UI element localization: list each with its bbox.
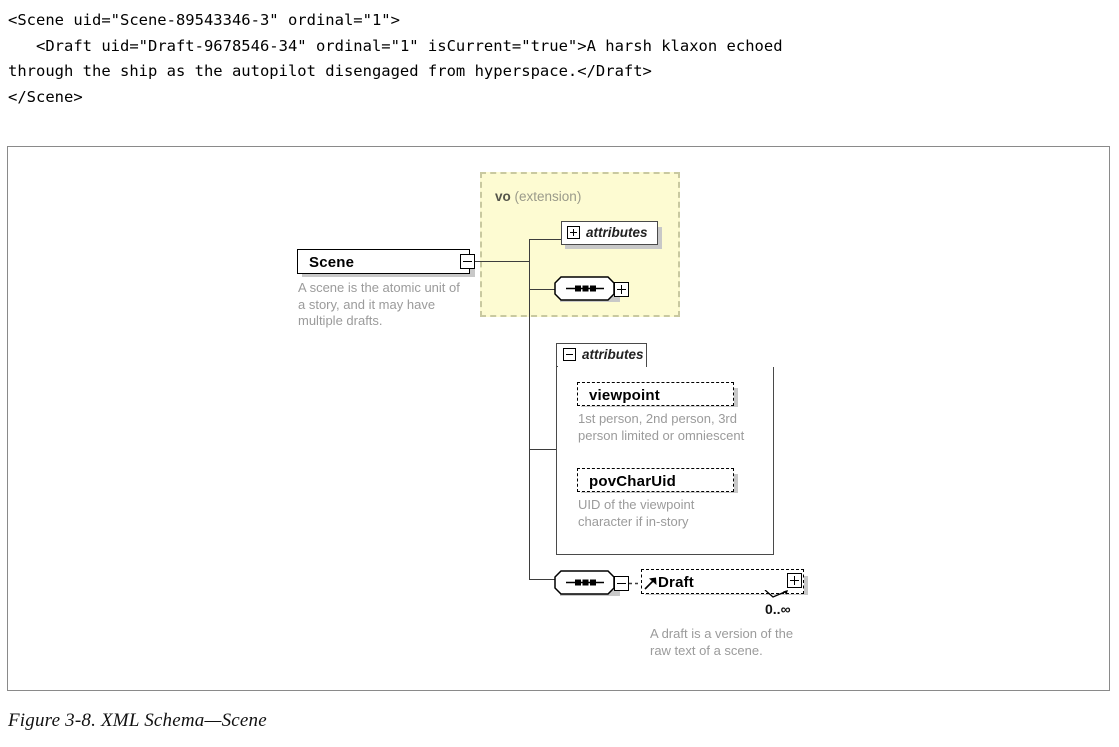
draft-sequence-collapse-toggle[interactable] — [614, 576, 629, 591]
viewpoint-annotation: 1st person, 2nd person, 3rd person limit… — [578, 411, 745, 443]
attribute-group-collapse-toggle[interactable] — [563, 348, 576, 361]
povcharuid-attribute-label: povCharUid — [589, 473, 677, 490]
connector-scene-to-trunk — [470, 261, 530, 263]
scene-element-label: Scene — [309, 254, 355, 271]
ext-sequence-icon[interactable] — [554, 276, 616, 302]
draft-cardinality: 0..∞ — [765, 601, 791, 617]
ext-attributes-title: attributes — [586, 225, 648, 240]
povcharuid-annotation: UID of the viewpoint character if in-sto… — [578, 497, 695, 529]
draft-sequence-icon[interactable] — [554, 570, 616, 596]
attribute-group-tab-seam — [557, 364, 646, 367]
connector-branch-draft-sequence — [529, 579, 555, 581]
connector-branch-ext-sequence — [529, 289, 555, 291]
extension-region-label: vo (extension) — [495, 189, 581, 204]
connector-branch-attribute-group — [529, 449, 556, 451]
figure-caption: Figure 3-8. XML Schema—Scene — [8, 710, 267, 731]
draft-annotation: A draft is a version of the raw text of … — [650, 626, 794, 658]
viewpoint-attribute-label: viewpoint — [589, 387, 660, 404]
scene-annotation: A scene is the atomic unit of a story, a… — [298, 280, 460, 328]
attribute-group-title: attributes — [582, 347, 644, 362]
draft-element-label: Draft — [658, 574, 695, 591]
scene-collapse-toggle[interactable] — [460, 254, 475, 269]
figure-frame: vo (extension) Scene A scene is the atom… — [7, 146, 1110, 691]
draft-reference-arrow-icon — [644, 577, 657, 590]
ext-attributes-expand-toggle[interactable] — [567, 226, 580, 239]
draft-expand-toggle[interactable] — [787, 573, 802, 588]
extension-prefix: vo — [495, 189, 511, 204]
extension-kind: (extension) — [514, 189, 582, 204]
xml-code-block: <Scene uid="Scene-89543346-3" ordinal="1… — [8, 11, 783, 106]
connector-branch-ext-attributes — [529, 239, 561, 241]
xml-schema-diagram: vo (extension) Scene A scene is the atom… — [8, 147, 1111, 692]
ext-sequence-expand-toggle[interactable] — [614, 282, 629, 297]
